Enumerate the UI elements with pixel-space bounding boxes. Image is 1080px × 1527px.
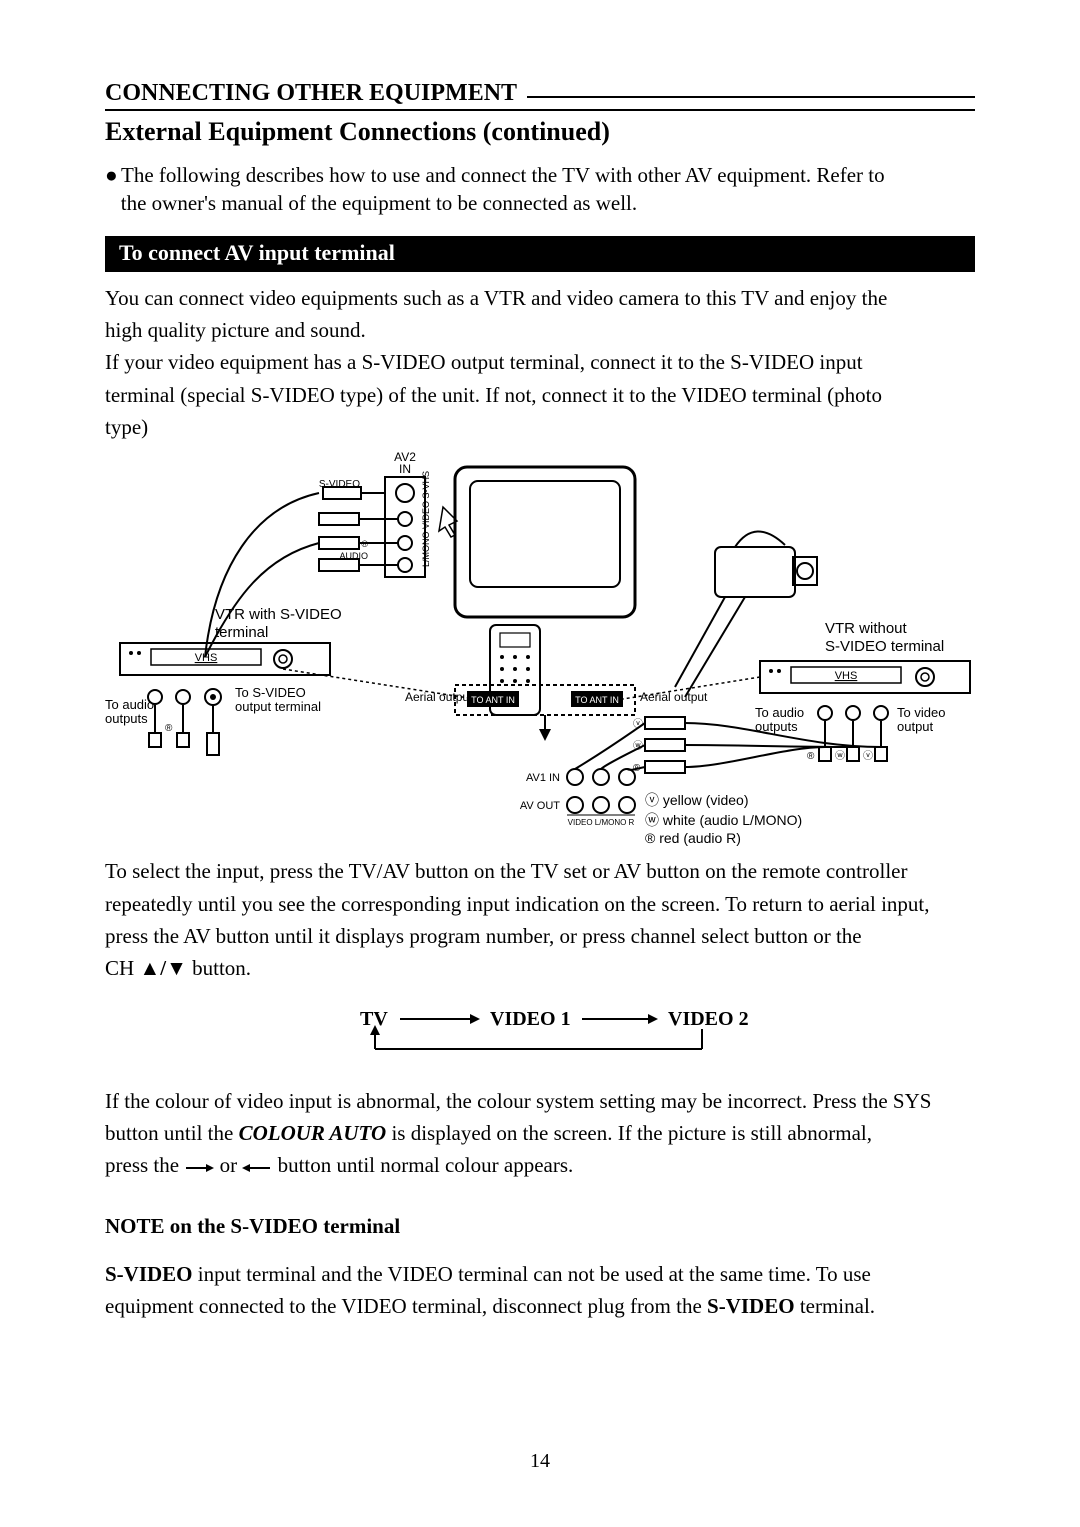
section-heading: CONNECTING OTHER EQUIPMENT	[105, 80, 517, 107]
note-l1b: input terminal and the VIDEO terminal ca…	[193, 1262, 871, 1286]
body-text-3: If the colour of video input is abnormal…	[105, 1087, 975, 1180]
para3-l3b: or	[214, 1153, 242, 1177]
mark-r-left: ®	[165, 723, 173, 734]
lbl-antin-r: TO ANT IN	[575, 695, 619, 705]
mark-v-right: ⓥ	[863, 750, 873, 762]
subsection-heading: External Equipment Connections (continue…	[105, 117, 975, 147]
section-heading-row: CONNECTING OTHER EQUIPMENT	[105, 80, 975, 111]
para2-l2: repeatedly until you see the correspondi…	[105, 890, 975, 918]
para1-l2: high quality picture and sound.	[105, 316, 975, 344]
lbl-antin-l: TO ANT IN	[471, 695, 515, 705]
bullet-icon: ●	[105, 161, 121, 189]
para1-l4: terminal (special S-VIDEO type) of the u…	[105, 381, 975, 409]
arrow-right-icon-2	[648, 1014, 658, 1024]
lbl-avout: AV OUT	[520, 800, 560, 812]
para2-prefix: CH	[105, 956, 139, 980]
lbl-av1in: AV1 IN	[526, 772, 560, 784]
lbl-vtr-with1: VTR with S-VIDEO	[215, 606, 342, 623]
note-l2c: terminal.	[795, 1294, 875, 1318]
lbl-vhs-left: VHS	[195, 652, 218, 664]
connection-diagram: AV2 IN S-VIDEO L/MONO VIDEO S-VHS ® AUDI…	[105, 447, 975, 847]
intro-line1: The following describes how to use and c…	[121, 163, 885, 187]
down-triangle-icon: ▼	[166, 956, 187, 980]
para2-l4: CH ▲/▼ button.	[105, 954, 975, 982]
lbl-vhs-right: VHS	[835, 670, 858, 682]
mark-r-right1: ®	[807, 751, 815, 762]
body-text-2: To select the input, press the TV/AV but…	[105, 857, 975, 982]
cycle-v1: VIDEO 1	[490, 1008, 571, 1030]
note-heading: NOTE on the S-VIDEO terminal	[105, 1214, 975, 1239]
para3-l2c: is displayed on the screen. If the pictu…	[386, 1121, 872, 1145]
note-l2: equipment connected to the VIDEO termina…	[105, 1292, 975, 1320]
lbl-to-audio-left2: outputs	[105, 711, 148, 726]
para3-l3: press the or button until normal colour …	[105, 1151, 975, 1179]
legend-w: ⓦ white (audio L/MONO)	[645, 812, 802, 828]
lbl-vtr-with2: terminal	[215, 624, 268, 641]
para2-l3: press the AV button until it displays pr…	[105, 922, 975, 950]
lbl-to-audio-left1: To audio	[105, 697, 154, 712]
input-cycle-diagram: TV VIDEO 1 VIDEO 2	[105, 1001, 975, 1061]
para3-l1: If the colour of video input is abnormal…	[105, 1087, 975, 1115]
lbl-vtr-wo1: VTR without	[825, 620, 908, 637]
arrow-right-icon	[470, 1014, 480, 1024]
legend-r: ® red (audio R)	[645, 830, 741, 846]
para1-l3: If your video equipment has a S-VIDEO ou…	[105, 348, 975, 376]
note-l1a: S-VIDEO	[105, 1262, 193, 1286]
note-l1: S-VIDEO input terminal and the VIDEO ter…	[105, 1260, 975, 1288]
lbl-svideo: S-VIDEO	[319, 479, 360, 490]
para1-l5: type)	[105, 413, 975, 441]
lbl-lmono: L/MONO VIDEO S-VHS	[421, 471, 431, 567]
para2-suffix: button.	[187, 956, 251, 980]
section-black-bar: To connect AV input terminal	[105, 236, 975, 272]
lbl-to-audio-r1: To audio	[755, 705, 804, 720]
page-number: 14	[0, 1450, 1080, 1473]
para3-l3a: press the	[105, 1153, 184, 1177]
lbl-aerial-r: Aerial output	[640, 690, 708, 704]
diagram-svg: AV2 IN S-VIDEO L/MONO VIDEO S-VHS ® AUDI…	[105, 447, 975, 847]
up-triangle-icon: ▲	[139, 956, 160, 980]
lbl-vlmr: VIDEO L/MONO R	[568, 818, 635, 827]
lbl-to-video-r1: To video	[897, 705, 945, 720]
arrow-right-icon-inline	[184, 1162, 214, 1174]
mark-w-right: ⓦ	[835, 750, 845, 762]
para1-l1: You can connect video equipments such as…	[105, 284, 975, 312]
note-l2a: equipment connected to the VIDEO termina…	[105, 1294, 707, 1318]
lbl-to-svideo1: To S-VIDEO	[235, 685, 306, 700]
colour-auto: COLOUR AUTO	[239, 1121, 387, 1145]
lbl-to-video-r2: output	[897, 719, 934, 734]
body-text-1: You can connect video equipments such as…	[105, 284, 975, 442]
note-body: S-VIDEO input terminal and the VIDEO ter…	[105, 1260, 975, 1321]
cycle-v2: VIDEO 2	[668, 1008, 749, 1030]
lbl-aerial-l: Aerial output	[405, 690, 473, 704]
lbl-in: IN	[399, 462, 411, 476]
legend-v: ⓥ yellow (video)	[645, 792, 748, 808]
heading-rule	[527, 96, 975, 98]
arrow-left-icon-inline	[242, 1162, 272, 1174]
lbl-to-svideo2: output terminal	[235, 699, 321, 714]
lbl-vtr-wo2: S-VIDEO terminal	[825, 638, 944, 655]
note-l2b: S-VIDEO	[707, 1294, 795, 1318]
para3-l2: button until the COLOUR AUTO is displaye…	[105, 1119, 975, 1147]
para3-l2a: button until the	[105, 1121, 239, 1145]
para3-l3c: button until normal colour appears.	[272, 1153, 573, 1177]
intro-paragraph: ●The following describes how to use and …	[105, 161, 975, 218]
intro-line2: the owner's manual of the equipment to b…	[121, 191, 637, 215]
para2-l1: To select the input, press the TV/AV but…	[105, 857, 975, 885]
